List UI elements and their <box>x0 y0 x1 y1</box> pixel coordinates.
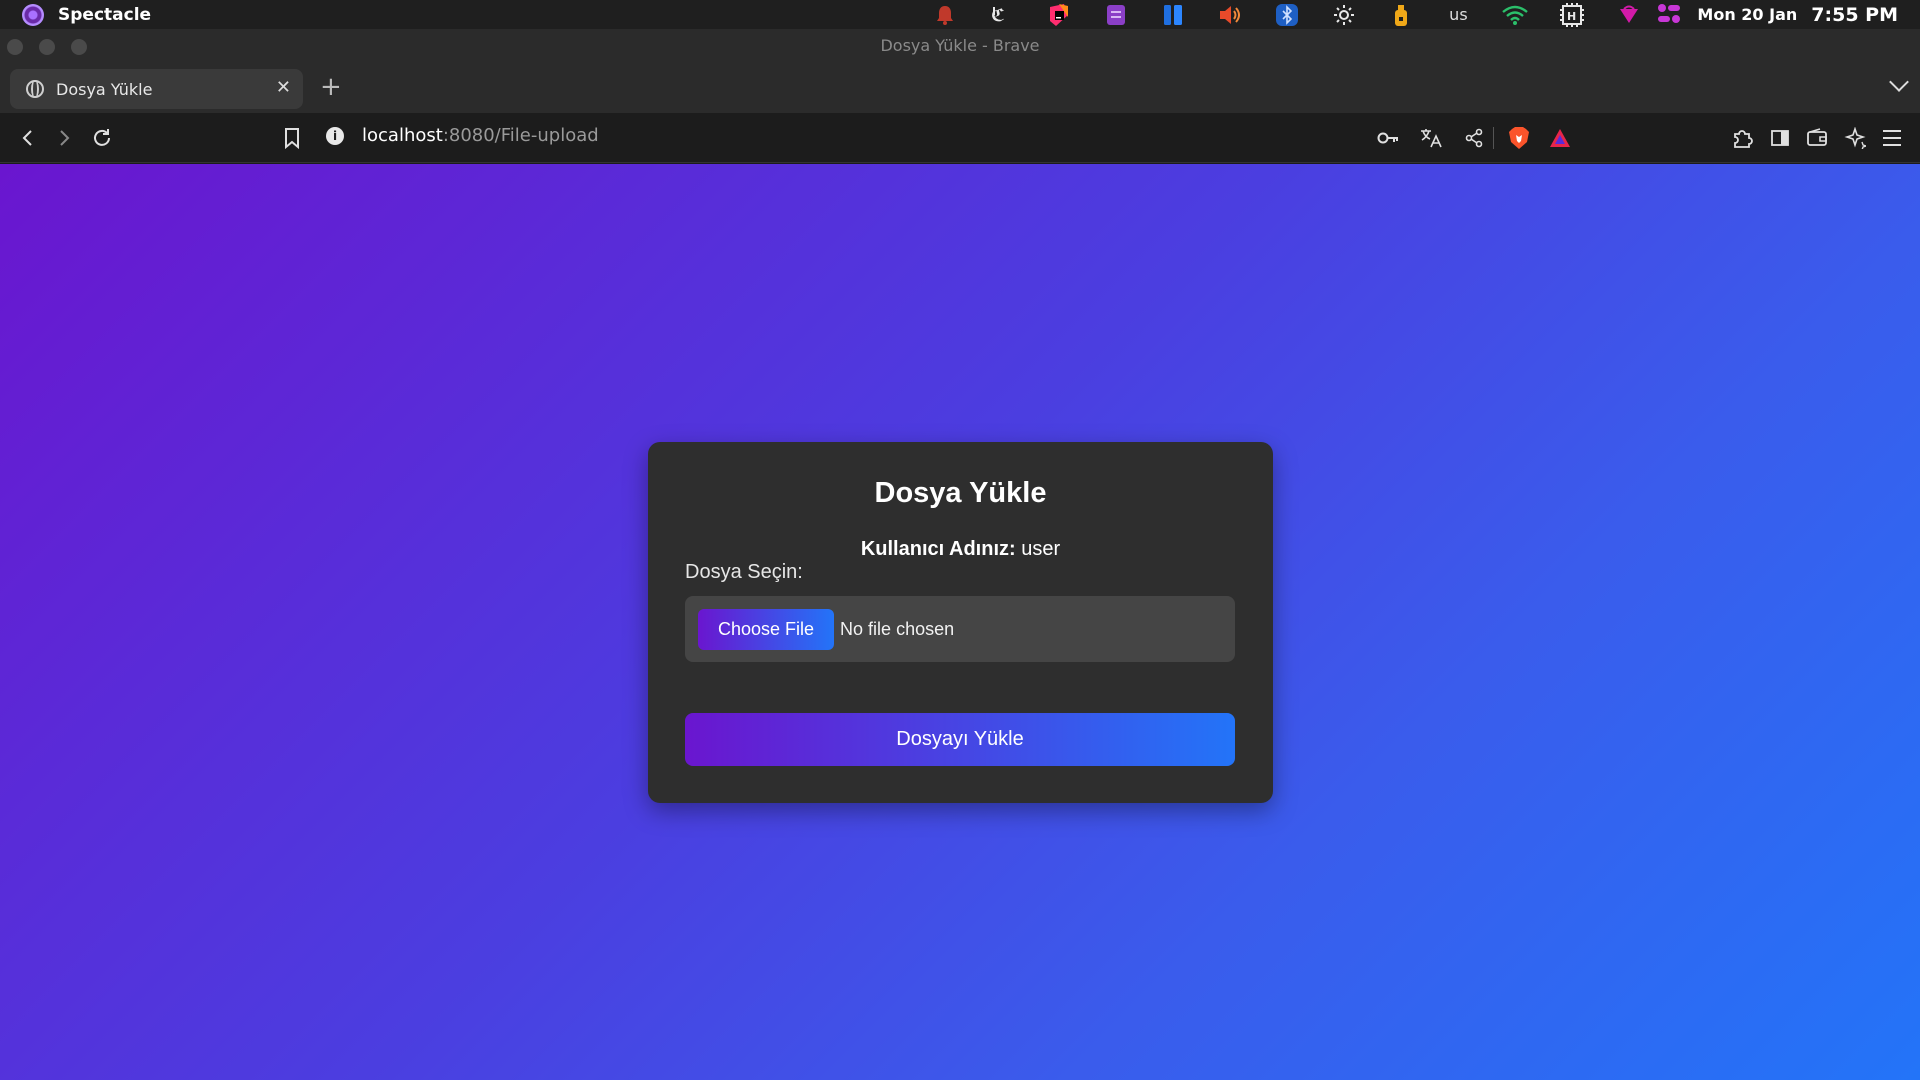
close-icon[interactable]: ✕ <box>276 77 291 98</box>
cpu-monitor-icon[interactable]: H <box>1558 2 1586 27</box>
clock-date[interactable]: Mon 20 Jan <box>1697 5 1797 24</box>
active-app-name: Spectacle <box>58 4 152 25</box>
system-panel: Spectacle ℭ us H Mon 20 Jan 7:55 PM <box>0 0 1920 29</box>
username-line: Kullanıcı Adınız: user <box>648 538 1273 561</box>
file-select-label: Dosya Seçin: <box>685 561 803 583</box>
file-input[interactable]: Choose File No file chosen <box>685 596 1235 662</box>
chevron-down-icon[interactable] <box>1889 72 1909 92</box>
translate-icon[interactable] <box>1417 124 1445 152</box>
brave-rewards-icon[interactable] <box>1546 124 1574 152</box>
clipboard-icon[interactable] <box>1102 4 1130 26</box>
activity-panel-icon[interactable] <box>1159 4 1187 26</box>
tab-strip: Dosya Yükle ✕ + <box>0 63 1920 113</box>
active-app[interactable]: Spectacle <box>0 3 152 26</box>
jetbrains-toolbox-icon[interactable] <box>1045 3 1073 26</box>
sidebar-toggle-icon[interactable] <box>1766 124 1794 152</box>
username-label: Kullanıcı Adınız: <box>860 538 1016 560</box>
clock-time[interactable]: 7:55 PM <box>1811 4 1898 26</box>
window-titlebar[interactable]: Dosya Yükle - Brave <box>0 29 1920 63</box>
reload-button[interactable] <box>88 124 116 152</box>
upload-card: Dosya Yükle Kullanıcı Adınız: user Dosya… <box>648 442 1273 803</box>
keyboard-layout-indicator[interactable]: us <box>1444 4 1472 26</box>
kde-connect-icon[interactable]: ℭ <box>988 4 1016 26</box>
window-title: Dosya Yükle - Brave <box>880 36 1040 55</box>
extensions-icon[interactable] <box>1728 124 1756 152</box>
tab-title: Dosya Yükle <box>56 79 153 99</box>
url-host: localhost <box>362 125 443 146</box>
tab-dosya-yukle[interactable]: Dosya Yükle ✕ <box>10 69 303 109</box>
spectacle-icon <box>22 3 44 26</box>
globe-icon <box>26 80 44 98</box>
leo-ai-icon[interactable] <box>1841 124 1869 152</box>
notification-bell-icon[interactable] <box>931 4 959 26</box>
wallet-icon[interactable] <box>1803 124 1831 152</box>
bookmark-icon[interactable] <box>278 124 306 152</box>
hamburger-menu-icon[interactable] <box>1878 124 1906 152</box>
username-value: user <box>1021 538 1061 560</box>
brave-shields-icon[interactable] <box>1505 124 1533 152</box>
password-key-icon[interactable] <box>1374 124 1402 152</box>
app-menu-icon[interactable] <box>1655 3 1683 26</box>
volume-icon[interactable] <box>1216 4 1244 26</box>
bluetooth-icon[interactable] <box>1273 3 1301 26</box>
url-path: :8080/File-upload <box>442 125 599 146</box>
choose-file-button[interactable]: Choose File <box>698 608 835 650</box>
share-icon[interactable] <box>1460 124 1488 152</box>
usb-drive-icon[interactable] <box>1387 4 1415 26</box>
back-button[interactable] <box>14 124 42 152</box>
no-file-text: No file chosen <box>840 618 955 639</box>
system-tray: ℭ us H Mon 20 Jan 7:55 PM <box>931 0 1920 29</box>
wifi-icon[interactable] <box>1501 4 1529 26</box>
forward-button[interactable] <box>50 124 78 152</box>
new-tab-button[interactable]: + <box>320 72 342 102</box>
toolbar-divider <box>1493 127 1494 149</box>
page-title: Dosya Yükle <box>874 477 1047 509</box>
page-viewport: Dosya Yükle Kullanıcı Adınız: user Dosya… <box>0 164 1920 1080</box>
url-text[interactable]: localhost:8080/File-upload <box>362 125 599 146</box>
brightness-icon[interactable] <box>1330 4 1358 26</box>
upload-submit-button[interactable]: Dosyayı Yükle <box>685 713 1235 766</box>
vpn-icon[interactable] <box>1615 4 1643 26</box>
svg-text:H: H <box>1567 10 1576 23</box>
address-bar[interactable]: i localhost:8080/File-upload <box>326 125 599 146</box>
site-info-icon[interactable]: i <box>326 126 344 145</box>
browser-toolbar: i localhost:8080/File-upload <box>0 113 1920 163</box>
